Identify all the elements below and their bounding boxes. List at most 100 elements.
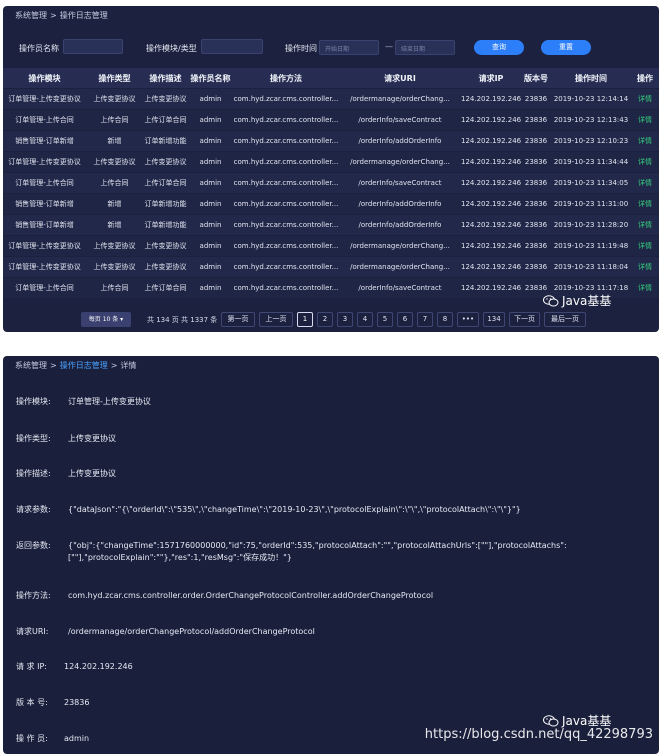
operation-log-detail-panel: 系统管理 > 操作日志管理 > 详情 操作模块: 订单管理-上传变更协议 操作类型: 上传变… — [3, 356, 659, 754]
watermark-text: Java基基 — [562, 294, 612, 308]
table-cell: 2019-10-23 11:34:05 — [551, 172, 631, 194]
table-row: 订单管理-上传变更协议 上传变更协议 上传变更协议 admin com.hyd.zcar… — [3, 88, 659, 110]
table-cell: 新增 — [86, 193, 143, 215]
operation-time-label: 操作时间 — [285, 44, 317, 53]
detail-row-response-params: 返回参数: {"obj":{"changeTime":1571760000000,… — [16, 540, 638, 564]
table-cell: 2019-10-23 12:14:14 — [551, 88, 631, 110]
start-date-input[interactable]: 开始日期 — [319, 40, 379, 55]
table-cell: admin — [188, 88, 233, 110]
operator-name-input[interactable] — [63, 39, 123, 54]
table-cell: /orderInfo/saveContract — [339, 172, 461, 194]
detail-link[interactable]: 详情 — [631, 193, 659, 215]
table-cell: com.hyd.zcar.cms.controller... — [233, 235, 339, 257]
table-cell: 新增 — [86, 130, 143, 152]
page-number-button[interactable]: 134 — [483, 312, 505, 327]
detail-link[interactable]: 详情 — [631, 130, 659, 152]
breadcrumb-item-log[interactable]: 操作日志管理 — [60, 361, 108, 370]
table-cell: 订单管理-上传变更协议 — [3, 88, 86, 110]
table-row: 订单管理-上传变更协议 上传变更协议 上传变更协议 admin com.hyd.zcar… — [3, 256, 659, 278]
table-cell: admin — [188, 151, 233, 173]
operation-log-table: 操作模块 操作类型 操作描述 操作员名称 操作方法 请求URI 请求IP 版本号 操作时间 操作 … — [3, 68, 659, 298]
table-cell: 上传订单合同 — [143, 109, 188, 131]
column-header: 操作模块 — [3, 68, 86, 89]
page-number-button[interactable]: 1 — [297, 312, 313, 327]
operator-name-label: 操作员名称 — [19, 44, 59, 53]
detail-value: 上传变更协议 — [68, 469, 116, 478]
pagination: 每页 10 条 ▾ 共 134 页 共 1337 条 第一页 上一页 12345… — [3, 312, 659, 328]
table-cell: 上传订单合同 — [143, 172, 188, 194]
detail-link[interactable]: 详情 — [631, 214, 659, 236]
detail-label: 操作描述: — [16, 469, 51, 478]
breadcrumb-item-log: 操作日志管理 — [59, 11, 108, 20]
table-cell: com.hyd.zcar.cms.controller... — [233, 256, 339, 278]
detail-link[interactable]: 详情 — [631, 172, 659, 194]
next-page-button[interactable]: 下一页 — [509, 312, 540, 327]
table-cell: admin — [188, 277, 233, 298]
table-cell: 订单管理-上传合同 — [3, 172, 86, 194]
table-cell: 订单管理-上传合同 — [3, 109, 86, 131]
detail-label: 版 本 号: — [16, 698, 48, 707]
detail-breadcrumb: 系统管理 > 操作日志管理 > 详情 — [15, 360, 136, 371]
table-cell: 23836 — [521, 88, 551, 110]
breadcrumb-item-system[interactable]: 系统管理 — [15, 361, 47, 370]
table-cell: com.hyd.zcar.cms.controller... — [233, 193, 339, 215]
table-cell: admin — [188, 172, 233, 194]
detail-value: com.hyd.zcar.cms.controller.order.OrderC… — [68, 591, 434, 600]
table-cell: /ordermanage/orderChang... — [339, 256, 461, 278]
detail-value: 124.202.192.246 — [64, 662, 133, 671]
table-cell: com.hyd.zcar.cms.controller... — [233, 109, 339, 131]
last-page-button[interactable]: 最后一页 — [544, 312, 586, 327]
detail-row-type: 操作类型: 上传变更协议 — [16, 433, 116, 444]
detail-value: /ordermanage/orderChangeProtocol/addOrde… — [68, 627, 315, 636]
table-cell: 销售管理-订单新增 — [3, 130, 86, 152]
table-cell: 订单管理-上传变更协议 — [3, 256, 86, 278]
table-cell: 23836 — [521, 256, 551, 278]
query-button[interactable]: 查询 — [474, 40, 524, 55]
detail-link[interactable]: 详情 — [631, 88, 659, 110]
page-size-select[interactable]: 每页 10 条 ▾ — [81, 312, 131, 327]
table-cell: admin — [188, 235, 233, 257]
table-cell: com.hyd.zcar.cms.controller... — [233, 277, 339, 298]
detail-label: 操作模块: — [16, 397, 51, 406]
table-cell: 上传变更协议 — [143, 88, 188, 110]
wechat-watermark: Java基基 — [543, 292, 611, 309]
detail-link[interactable]: 详情 — [631, 277, 659, 298]
detail-link[interactable]: 详情 — [631, 256, 659, 278]
table-cell: 124.202.192.246 — [461, 214, 521, 236]
page-number-button[interactable]: 5 — [377, 312, 393, 327]
page-number-button[interactable]: 8 — [437, 312, 453, 327]
table-cell: 124.202.192.246 — [461, 193, 521, 215]
column-header: 操作时间 — [551, 68, 631, 89]
table-cell: 124.202.192.246 — [461, 256, 521, 278]
page-number-button[interactable]: ••• — [457, 312, 479, 327]
table-cell: 销售管理-订单新增 — [3, 193, 86, 215]
page-number-button[interactable]: 6 — [397, 312, 413, 327]
table-row: 销售管理-订单新增 新增 订单新增功能 admin com.hyd.zcar.cms.c… — [3, 193, 659, 215]
end-date-input[interactable]: 结束日期 — [395, 40, 455, 55]
table-cell: 2019-10-23 11:19:48 — [551, 235, 631, 257]
table-cell: 上传变更协议 — [86, 151, 143, 173]
detail-link[interactable]: 详情 — [631, 151, 659, 173]
page-total-text: 共 134 页 共 1337 条 — [147, 316, 218, 324]
wechat-icon — [543, 294, 559, 306]
table-cell: 订单管理-上传合同 — [3, 277, 86, 298]
prev-page-button[interactable]: 上一页 — [259, 312, 293, 327]
page-number-button[interactable]: 3 — [337, 312, 353, 327]
detail-row-operator: 操 作 员: admin — [16, 733, 89, 744]
table-cell: 2019-10-23 12:13:43 — [551, 109, 631, 131]
table-cell: 124.202.192.246 — [461, 235, 521, 257]
table-cell: 124.202.192.246 — [461, 172, 521, 194]
detail-link[interactable]: 详情 — [631, 235, 659, 257]
page-number-button[interactable]: 7 — [417, 312, 433, 327]
table-cell: 2019-10-23 11:31:00 — [551, 193, 631, 215]
module-type-input[interactable] — [201, 39, 263, 54]
breadcrumb-item-system[interactable]: 系统管理 — [15, 11, 47, 20]
page-number-button[interactable]: 2 — [317, 312, 333, 327]
reset-button[interactable]: 重置 — [541, 40, 591, 55]
breadcrumb-separator: > — [50, 361, 57, 370]
page-number-button[interactable]: 4 — [357, 312, 373, 327]
table-cell: /orderInfo/addOrderInfo — [339, 130, 461, 152]
table-cell: /ordermanage/orderChang... — [339, 88, 461, 110]
detail-link[interactable]: 详情 — [631, 109, 659, 131]
first-page-button[interactable]: 第一页 — [221, 312, 255, 327]
